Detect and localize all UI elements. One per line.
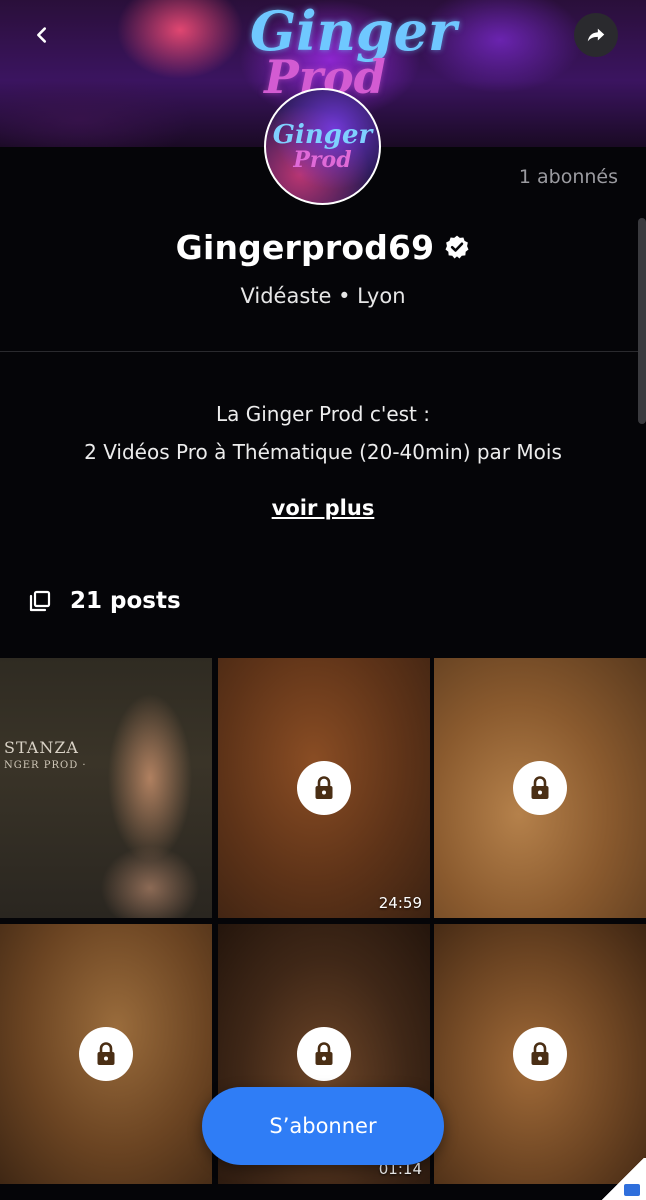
corner-folder-badge[interactable] [600, 1158, 646, 1200]
post-image-text: STANZA [4, 738, 79, 757]
folder-icon [624, 1184, 640, 1196]
posts-header: 21 posts [28, 583, 181, 619]
share-button[interactable] [574, 13, 618, 57]
copy-stack-icon [29, 590, 51, 612]
post-tile-2[interactable]: 24:59 [218, 658, 430, 918]
post-tile-3[interactable] [434, 658, 646, 918]
back-button[interactable] [20, 13, 64, 57]
profile-bio: La Ginger Prod c'est : 2 Vidéos Pro à Th… [0, 395, 646, 471]
share-arrow-icon [587, 28, 605, 42]
post-tile-4[interactable] [0, 924, 212, 1184]
posts-count: 21 posts [70, 588, 181, 614]
subscriber-count: 1 abonnés [518, 166, 618, 188]
lock-icon [513, 761, 567, 815]
video-duration: 24:59 [378, 894, 422, 912]
profile-name-row: Gingerprod69 [0, 224, 646, 270]
lock-icon [297, 761, 351, 815]
profile-name: Gingerprod69 [175, 227, 435, 267]
page-scrollbar[interactable] [638, 218, 646, 424]
lock-icon [297, 1027, 351, 1081]
post-tile-1[interactable]: STANZA NGER PROD · [0, 658, 212, 918]
post-image-subtext: NGER PROD · [4, 760, 87, 771]
chevron-left-icon [37, 27, 47, 43]
avatar[interactable]: Ginger Prod [264, 88, 381, 205]
verified-badge-icon [445, 235, 469, 259]
bio-line-1: La Ginger Prod c'est : [215, 402, 430, 426]
lock-icon [79, 1027, 133, 1081]
lock-icon [513, 1027, 567, 1081]
avatar-logo-line1: Ginger [272, 119, 373, 150]
avatar-logo-line2: Prod [293, 146, 352, 173]
profile-profession: Vidéaste • Lyon [240, 284, 406, 308]
section-divider [0, 351, 646, 352]
subscribe-button[interactable]: S’abonner [202, 1087, 444, 1165]
bio-line-2: 2 Vidéos Pro à Thématique (20-40min) par… [84, 440, 562, 464]
see-more-link[interactable]: voir plus [0, 496, 646, 520]
post-tile-6[interactable] [434, 924, 646, 1184]
